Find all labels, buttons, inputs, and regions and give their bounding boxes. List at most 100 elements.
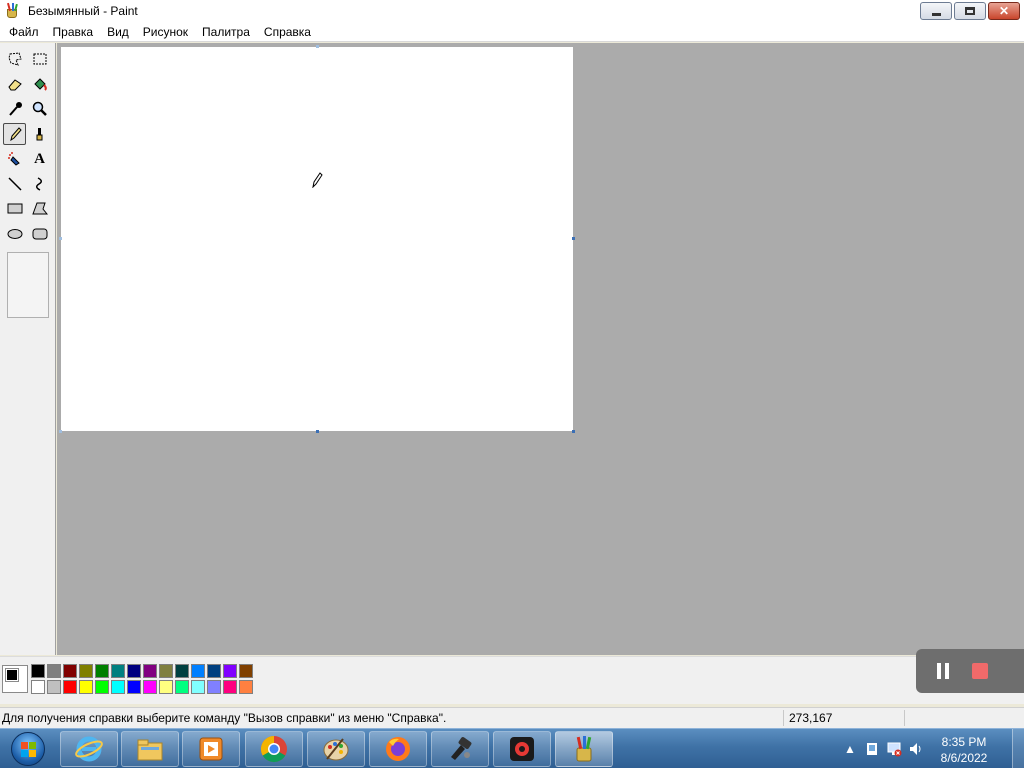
rect-select-icon (33, 53, 46, 65)
free-select-tool[interactable] (3, 48, 26, 70)
free-select-icon (7, 52, 22, 66)
airbrush-tool[interactable] (3, 148, 26, 170)
palette-swatch[interactable] (143, 680, 157, 694)
volume-icon[interactable] (908, 741, 924, 757)
action-center-icon[interactable] (864, 741, 880, 757)
taskbar-file-explorer[interactable] (121, 731, 179, 767)
palette-swatch[interactable] (175, 680, 189, 694)
minimize-button[interactable] (920, 2, 952, 20)
status-separator (904, 710, 905, 726)
screen-recorder-icon (510, 737, 534, 761)
foreground-color[interactable] (5, 668, 19, 682)
taskbar: ▲ 8:35 PM 8/6/2022 (0, 728, 1024, 768)
palette-swatch[interactable] (47, 664, 61, 678)
taskbar-chrome[interactable] (245, 731, 303, 767)
firefox-icon (386, 737, 410, 761)
tool-options-panel[interactable] (7, 252, 49, 318)
palette-swatch[interactable] (191, 664, 205, 678)
menu-image[interactable]: Рисунок (136, 22, 195, 42)
magnifier-tool[interactable] (28, 98, 51, 120)
palette-swatch[interactable] (207, 664, 221, 678)
menu-help[interactable]: Справка (257, 22, 318, 42)
rounded-rectangle-tool[interactable] (28, 223, 51, 245)
show-hidden-icons-icon[interactable]: ▲ (842, 741, 858, 757)
rectangle-tool[interactable] (3, 198, 26, 220)
taskbar-screen-recorder[interactable] (493, 731, 551, 767)
status-separator (783, 710, 784, 726)
palette-swatch[interactable] (111, 664, 125, 678)
palette-swatch[interactable] (79, 664, 93, 678)
palette-swatch[interactable] (143, 664, 157, 678)
taskbar-fixer-tool[interactable] (431, 731, 489, 767)
palette-swatch[interactable] (175, 664, 189, 678)
resize-handle-bottom[interactable] (316, 430, 319, 433)
paint-app-icon[interactable] (4, 2, 20, 19)
palette-swatch[interactable] (223, 664, 237, 678)
restore-button[interactable] (954, 2, 986, 20)
taskbar-paint-palette[interactable] (307, 731, 365, 767)
palette-swatch[interactable] (239, 680, 253, 694)
menu-view[interactable]: Вид (100, 22, 136, 42)
fill-bucket-icon (33, 78, 47, 91)
pencil-tool[interactable] (3, 123, 26, 145)
taskbar-firefox[interactable] (369, 731, 427, 767)
magnifier-icon (32, 101, 47, 116)
palette-swatch[interactable] (127, 680, 141, 694)
current-colors[interactable] (2, 665, 28, 693)
color-picker-tool[interactable] (3, 98, 26, 120)
curve-tool[interactable] (28, 173, 51, 195)
clock-date: 8/6/2022 (940, 751, 988, 765)
brush-tool[interactable] (28, 123, 51, 145)
taskbar-media-player[interactable] (182, 731, 240, 767)
eraser-icon (7, 79, 22, 91)
drawing-canvas[interactable] (61, 47, 573, 431)
palette-swatch[interactable] (223, 680, 237, 694)
palette-swatch[interactable] (95, 680, 109, 694)
brush-icon (36, 128, 42, 141)
close-button[interactable]: ✕ (988, 2, 1020, 20)
taskbar-clock[interactable]: 8:35 PM 8/6/2022 (932, 734, 996, 766)
palette-swatch[interactable] (127, 664, 141, 678)
palette-swatch[interactable] (63, 664, 77, 678)
menu-edit[interactable]: Правка (46, 22, 101, 42)
palette-swatch[interactable] (63, 680, 77, 694)
taskbar-internet-explorer[interactable] (60, 731, 118, 767)
show-desktop-button[interactable] (1012, 729, 1024, 768)
airbrush-icon (7, 152, 20, 166)
palette-swatch[interactable] (207, 680, 221, 694)
line-tool[interactable] (3, 173, 26, 195)
pause-icon[interactable] (936, 663, 950, 679)
network-icon[interactable] (886, 741, 902, 757)
resize-handle-right[interactable] (572, 237, 575, 240)
handle-top (316, 45, 319, 48)
menu-palette[interactable]: Палитра (195, 22, 257, 42)
start-button[interactable] (4, 730, 52, 768)
text-tool[interactable]: A (28, 148, 51, 170)
palette-swatch[interactable] (79, 680, 93, 694)
ellipse-tool[interactable] (3, 223, 26, 245)
fill-tool[interactable] (28, 73, 51, 95)
palette-swatch[interactable] (191, 680, 205, 694)
eraser-tool[interactable] (3, 73, 26, 95)
palette-swatch[interactable] (47, 680, 61, 694)
palette-swatch[interactable] (95, 664, 109, 678)
taskbar-paint[interactable] (555, 731, 613, 767)
resize-handle-corner[interactable] (572, 430, 575, 433)
palette-swatch[interactable] (159, 664, 173, 678)
palette-swatch[interactable] (111, 680, 125, 694)
chrome-icon (260, 735, 287, 763)
file-explorer-icon (137, 739, 163, 761)
work-area[interactable] (57, 43, 1024, 655)
pencil-icon (9, 127, 22, 142)
rect-select-tool[interactable] (28, 48, 51, 70)
palette-swatch[interactable] (159, 680, 173, 694)
color-picker-icon (8, 102, 22, 116)
palette-swatch[interactable] (239, 664, 253, 678)
polygon-tool[interactable] (28, 198, 51, 220)
menu-file[interactable]: Файл (2, 22, 46, 42)
palette-swatch[interactable] (31, 664, 45, 678)
palette-swatch[interactable] (31, 680, 45, 694)
fixer-tool-icon (451, 737, 472, 760)
line-icon (7, 177, 22, 191)
stop-icon[interactable] (972, 663, 988, 679)
